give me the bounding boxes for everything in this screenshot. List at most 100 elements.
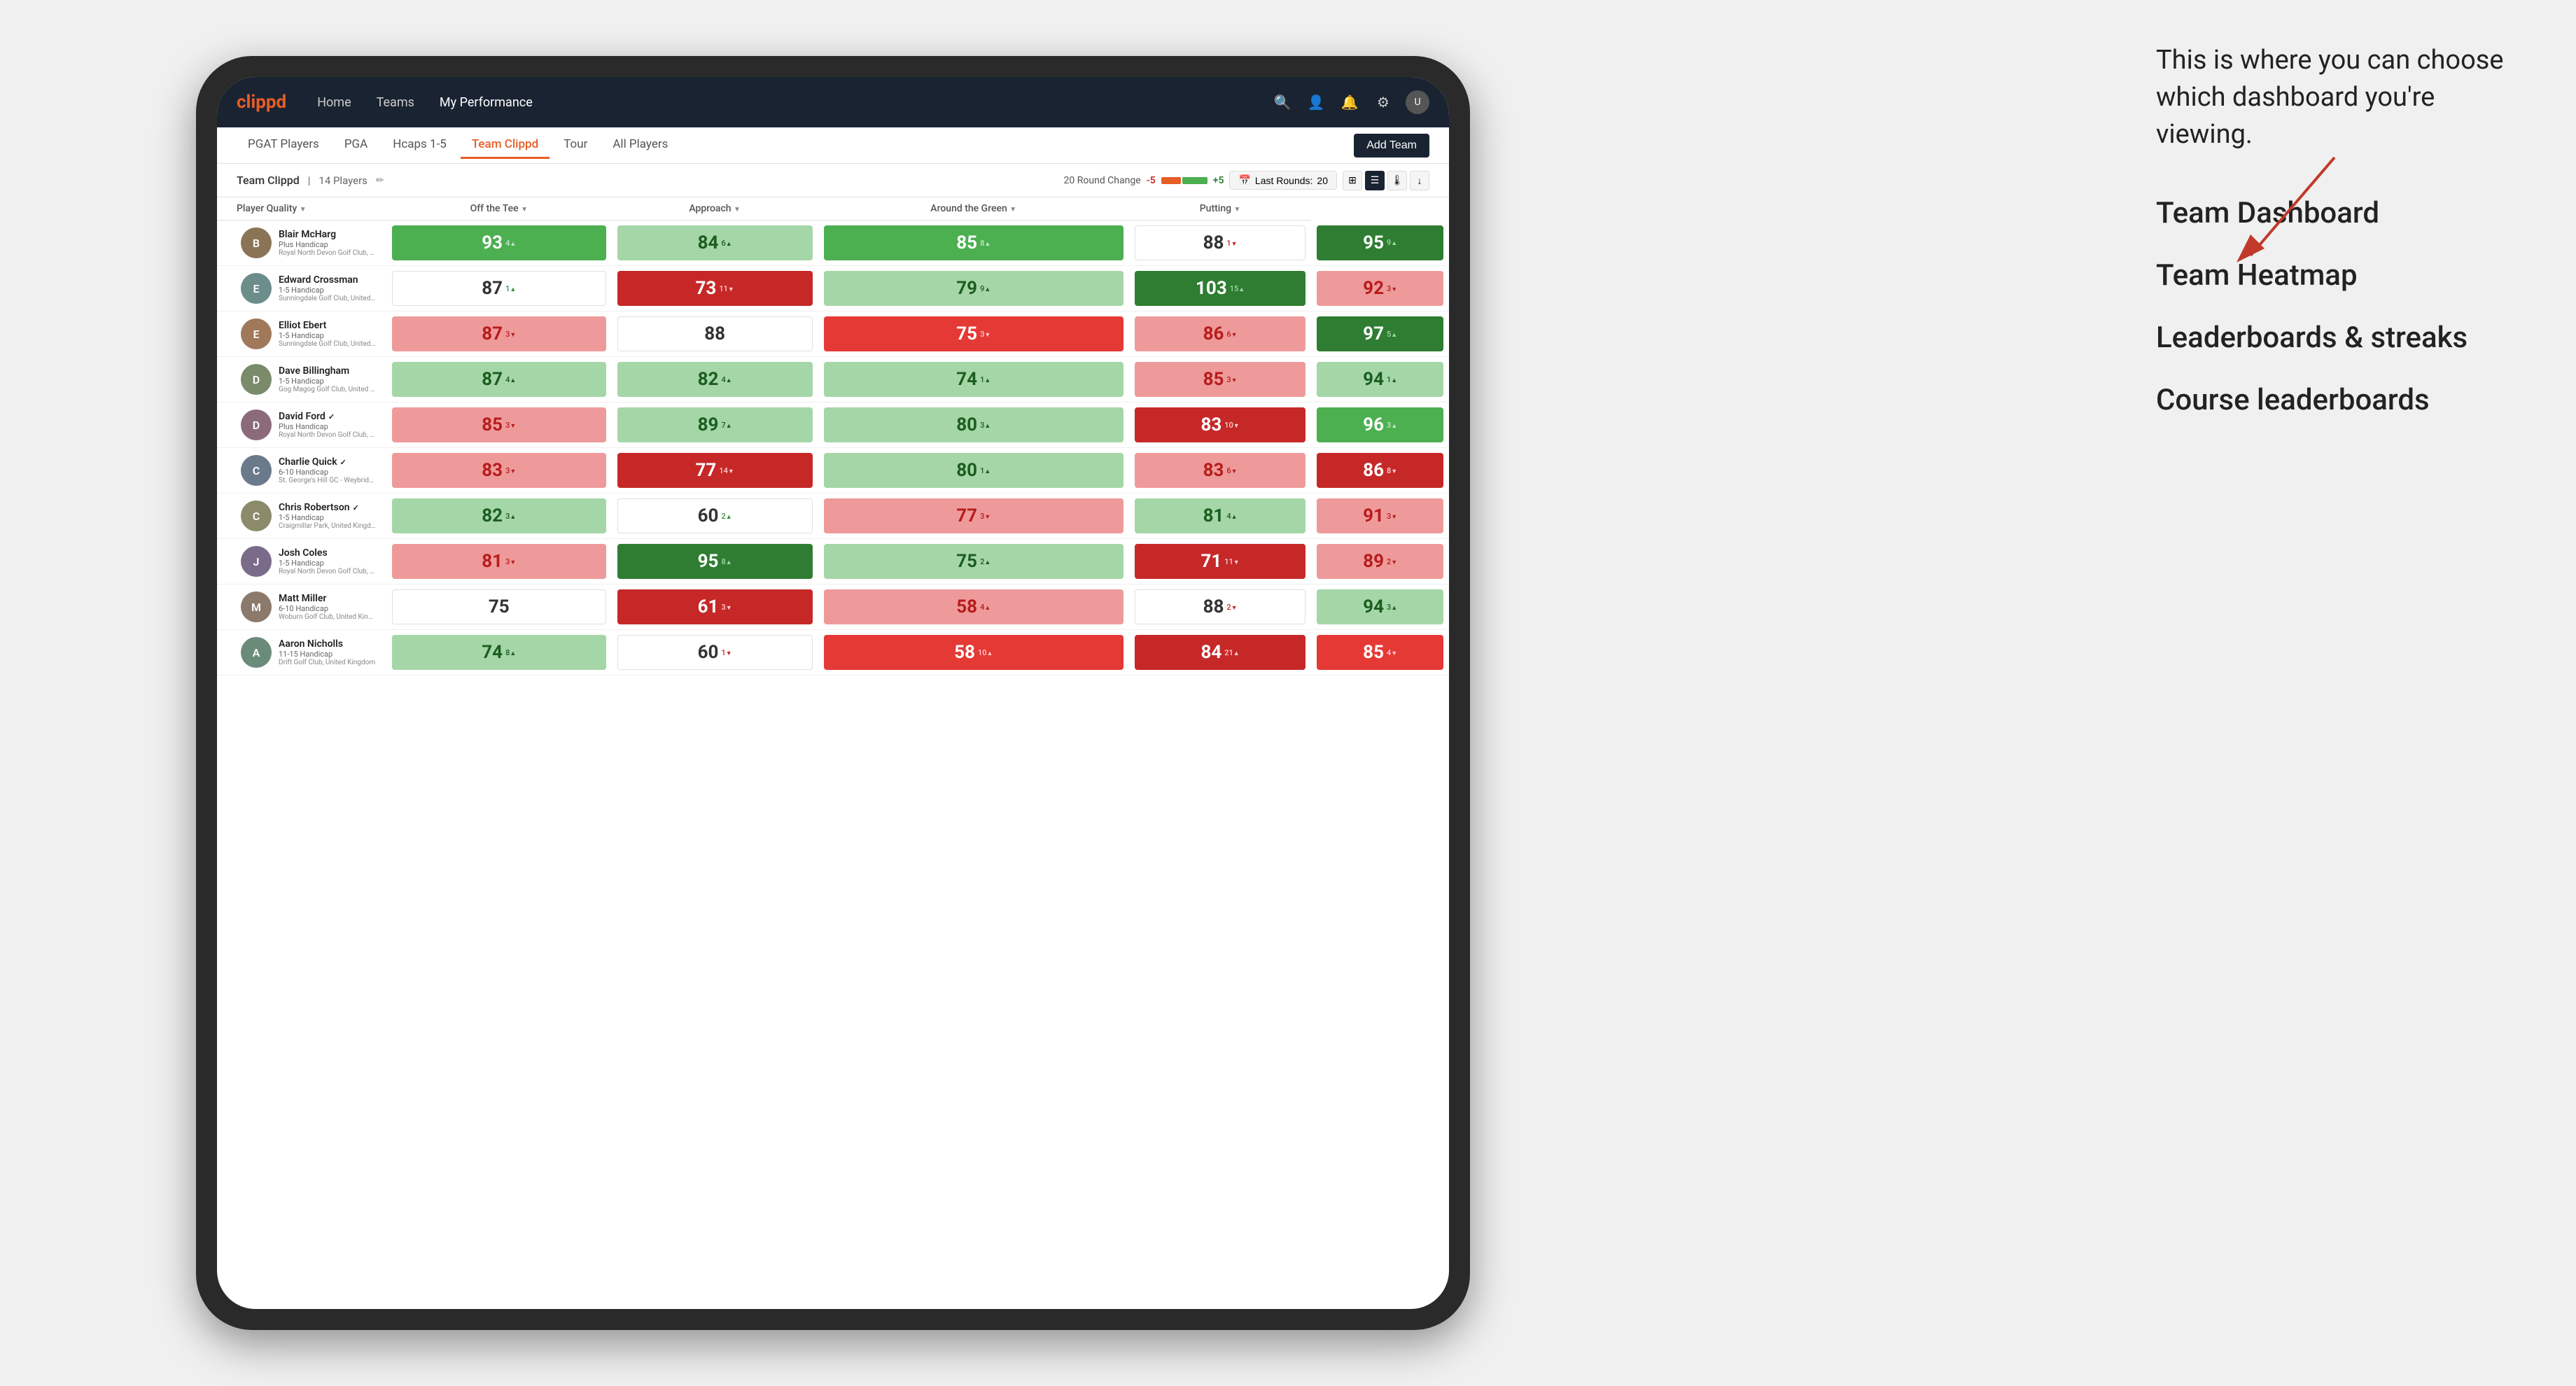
score-value: 94 <box>1363 369 1384 390</box>
score-box: 83 6 <box>1135 453 1306 488</box>
table-row[interactable]: D David Ford ✓ Plus Handicap Royal North… <box>217 402 1449 448</box>
score-box: 88 <box>617 316 813 351</box>
col-sort-arrow: ▼ <box>1009 206 1016 214</box>
table-row[interactable]: C Charlie Quick ✓ 6-10 Handicap St. Geor… <box>217 448 1449 493</box>
score-box: 77 3 <box>824 498 1124 533</box>
nav-link-my-performance[interactable]: My Performance <box>434 92 538 113</box>
avatar[interactable]: U <box>1406 90 1429 114</box>
heat-view-button[interactable]: 🌡 <box>1387 171 1407 190</box>
score-box: 93 4 <box>392 225 606 260</box>
dashboard-menu-item[interactable]: Course leaderboards <box>2156 383 2520 417</box>
score-direction-icon: 2 <box>721 512 732 521</box>
score-box: 103 15 <box>1135 271 1306 306</box>
score-value: 74 <box>482 642 503 663</box>
verified-icon: ✓ <box>340 458 346 467</box>
table-row[interactable]: C Chris Robertson ✓ 1-5 Handicap Craigmi… <box>217 493 1449 539</box>
score-change: 4 <box>1226 512 1237 521</box>
score-value: 73 <box>696 278 717 299</box>
table-row[interactable]: E Edward Crossman 1-5 Handicap Sunningda… <box>217 266 1449 312</box>
verified-icon: ✓ <box>328 412 335 421</box>
table-row[interactable]: D Dave Billingham 1-5 Handicap Gog Magog… <box>217 357 1449 402</box>
player-handicap: 1-5 Handicap <box>279 331 377 340</box>
score-value: 74 <box>956 369 977 390</box>
sub-nav-link-tour[interactable]: Tour <box>552 132 598 159</box>
player-handicap: 11-15 Handicap <box>279 650 375 659</box>
sub-nav-link-pga[interactable]: PGA <box>333 132 379 159</box>
score-value: 71 <box>1200 551 1222 572</box>
round-change-pos: +5 <box>1213 175 1224 186</box>
score-change: 1 <box>721 648 732 657</box>
list-view-button[interactable]: ☰ <box>1365 171 1385 190</box>
score-box: 74 8 <box>392 635 606 670</box>
search-icon[interactable]: 🔍 <box>1271 91 1294 113</box>
table-row[interactable]: A Aaron Nicholls 11-15 Handicap Drift Go… <box>217 630 1449 676</box>
dashboard-menu-item[interactable]: Leaderboards & streaks <box>2156 321 2520 355</box>
player-info: Dave Billingham 1-5 Handicap Gog Magog G… <box>279 365 377 393</box>
score-cell: 75 2 <box>818 539 1129 584</box>
sub-nav-link-hcaps-1-5[interactable]: Hcaps 1-5 <box>382 132 458 159</box>
avatar: C <box>241 500 272 531</box>
score-change: 4 <box>505 375 516 384</box>
score-cell: 89 2 <box>1311 539 1449 584</box>
score-cell: 81 4 <box>1129 493 1312 539</box>
table-row[interactable]: M Matt Miller 6-10 Handicap Woburn Golf … <box>217 584 1449 630</box>
add-team-button[interactable]: Add Team <box>1354 134 1429 158</box>
user-icon[interactable]: 👤 <box>1305 91 1327 113</box>
team-name: Team Clippd <box>237 174 300 187</box>
last-rounds-button[interactable]: 📅 Last Rounds: 20 <box>1229 171 1337 190</box>
table-row[interactable]: E Elliot Ebert 1-5 Handicap Sunningdale … <box>217 312 1449 357</box>
nav-link-home[interactable]: Home <box>312 92 356 113</box>
score-cell: 77 3 <box>818 493 1129 539</box>
score-box: 97 5 <box>1317 316 1443 351</box>
table-container[interactable]: Player Quality ▼ Off the Tee ▼Approach ▼… <box>217 197 1449 1309</box>
table-row[interactable]: J Josh Coles 1-5 Handicap Royal North De… <box>217 539 1449 584</box>
score-value: 75 <box>956 323 977 344</box>
score-change: 4 <box>980 603 990 612</box>
score-direction-icon: 1 <box>980 466 990 475</box>
col-header-putting: Putting ▼ <box>1129 197 1312 220</box>
table-row[interactable]: B Blair McHarg Plus Handicap Royal North… <box>217 220 1449 266</box>
sub-nav-link-team-clippd[interactable]: Team Clippd <box>461 132 550 159</box>
avatar: M <box>241 592 272 622</box>
settings-icon[interactable]: ⚙ <box>1372 91 1394 113</box>
avatar: D <box>241 410 272 440</box>
score-box: 87 4 <box>392 362 606 397</box>
score-value: 58 <box>954 642 975 663</box>
score-cell: 85 3 <box>386 402 612 448</box>
last-rounds-value: 20 <box>1317 175 1328 186</box>
nav-link-teams[interactable]: Teams <box>371 92 420 113</box>
bar-red <box>1161 177 1181 184</box>
grid-view-button[interactable]: ⊞ <box>1343 171 1362 190</box>
score-direction-icon: 3 <box>1387 284 1397 293</box>
score-value: 85 <box>956 232 977 253</box>
bell-icon[interactable]: 🔔 <box>1338 91 1361 113</box>
score-value: 77 <box>696 460 717 481</box>
player-cell: J Josh Coles 1-5 Handicap Royal North De… <box>217 539 386 584</box>
download-button[interactable]: ↓ <box>1410 171 1429 190</box>
sub-nav-link-pgat-players[interactable]: PGAT Players <box>237 132 330 159</box>
avatar: D <box>241 364 272 395</box>
score-box: 73 11 <box>617 271 813 306</box>
score-cell: 77 14 <box>612 448 818 493</box>
player-club: Sunningdale Golf Club, United Kingdom <box>279 340 377 348</box>
score-change: 6 <box>721 239 732 248</box>
score-box: 88 2 <box>1135 589 1306 624</box>
score-box: 60 1 <box>617 635 813 670</box>
score-change: 3 <box>1387 512 1397 521</box>
score-change: 10 <box>1224 421 1239 430</box>
score-direction-icon: 10 <box>978 648 993 657</box>
score-value: 95 <box>698 551 719 572</box>
round-change-neg: -5 <box>1147 175 1156 186</box>
score-direction-icon: 3 <box>980 421 990 430</box>
score-direction-icon: 3 <box>1387 603 1397 612</box>
team-separator: | <box>308 174 311 187</box>
score-value: 82 <box>482 505 503 526</box>
score-value: 91 <box>1363 505 1384 526</box>
edit-icon[interactable]: ✏ <box>376 175 384 186</box>
sub-nav-link-all-players[interactable]: All Players <box>601 132 679 159</box>
score-direction-icon: 4 <box>505 375 516 384</box>
score-cell: 94 1 <box>1311 357 1449 402</box>
team-player-count: 14 Players <box>318 174 368 187</box>
player-handicap: 1-5 Handicap <box>279 559 377 568</box>
score-cell: 79 9 <box>818 266 1129 312</box>
